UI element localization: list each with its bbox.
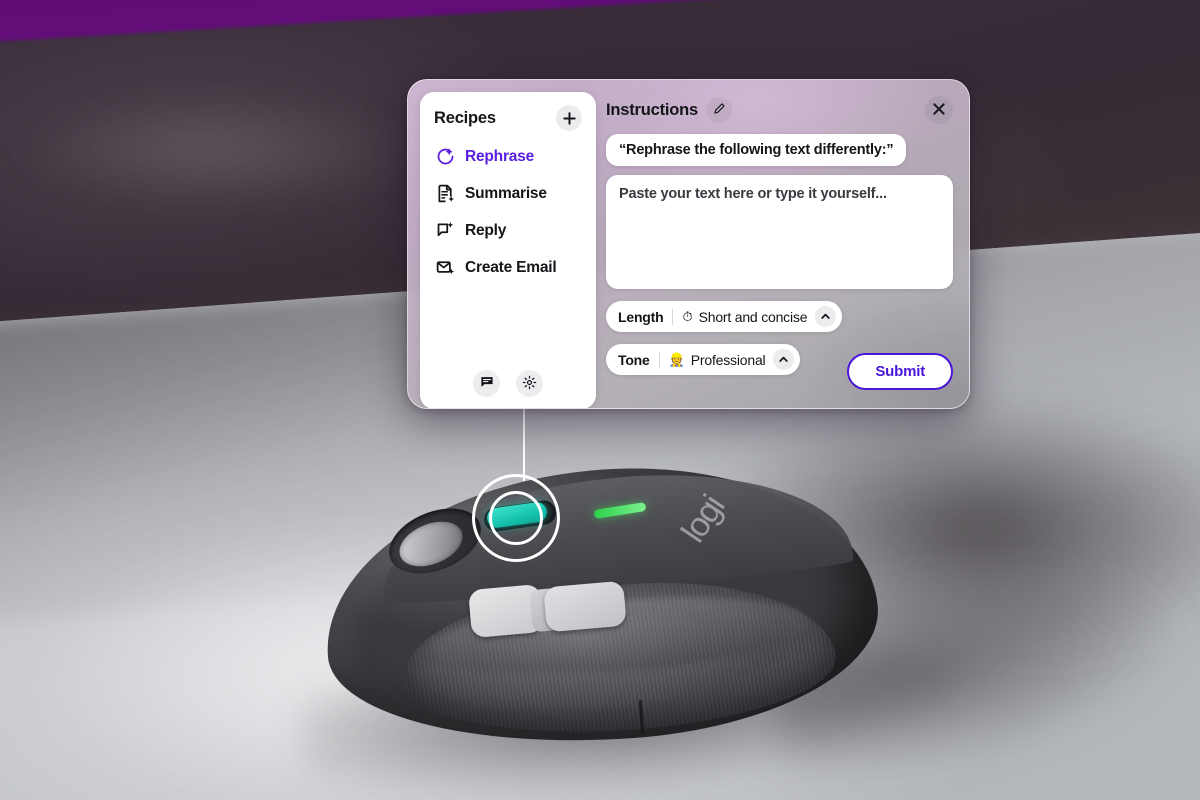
settings-gear-icon <box>522 375 537 393</box>
plus-icon <box>562 111 576 125</box>
recipe-item-create-email[interactable]: Create Email <box>430 255 586 280</box>
recipe-label: Create Email <box>465 258 557 276</box>
stopwatch-icon: ⏱ <box>682 309 693 324</box>
document-sparkle-icon <box>435 183 456 204</box>
pencil-icon <box>712 102 726 119</box>
recipes-title: Recipes <box>434 108 496 127</box>
callout-connector-line <box>523 408 525 481</box>
recipe-item-summarise[interactable]: Summarise <box>430 181 586 206</box>
recipe-label: Reply <box>465 221 507 239</box>
recipe-label: Summarise <box>465 184 547 202</box>
tone-selector-label: Tone <box>618 351 660 368</box>
recipe-item-rephrase[interactable]: Rephrase <box>430 144 586 169</box>
submit-row: Submit <box>847 353 953 390</box>
chevron-up-icon[interactable] <box>815 306 837 327</box>
length-selector-row: Length ⏱ Short and concise <box>606 301 953 332</box>
rephrase-rotate-icon <box>435 146 456 167</box>
recipes-sidebar: Recipes Rephrase Summarise Reply Create … <box>420 92 596 408</box>
user-text-input[interactable]: Paste your text here or type it yourself… <box>606 175 953 289</box>
chevron-up-icon[interactable] <box>773 349 795 370</box>
add-recipe-button[interactable] <box>556 105 582 131</box>
length-selector-value: Short and concise <box>698 308 808 325</box>
logi-options-ai-panel: Recipes Rephrase Summarise Reply Create … <box>407 79 970 409</box>
mouse-side-button-back <box>543 580 627 633</box>
feedback-button[interactable] <box>473 370 500 397</box>
instructions-header: Instructions <box>606 96 953 124</box>
instructions-title: Instructions <box>606 100 699 119</box>
recipe-list: Rephrase Summarise Reply Create Email <box>420 144 596 280</box>
worker-icon: 👷 <box>668 352 685 367</box>
recipe-item-reply[interactable]: Reply <box>430 218 586 243</box>
user-text-placeholder: Paste your text here or type it yourself… <box>619 186 887 202</box>
recipe-label: Rephrase <box>465 147 535 165</box>
tone-selector[interactable]: Tone 👷 Professional <box>606 344 801 375</box>
length-selector[interactable]: Length ⏱ Short and concise <box>606 301 843 332</box>
close-panel-button[interactable] <box>925 96 953 124</box>
close-x-icon <box>933 102 945 118</box>
envelope-sparkle-icon <box>435 257 456 278</box>
instructions-pane: Instructions “Rephrase the following tex… <box>599 80 969 408</box>
settings-button[interactable] <box>516 370 543 397</box>
feedback-icon <box>480 375 494 392</box>
callout-ring-inner <box>489 491 543 545</box>
tone-selector-value: Professional <box>690 351 766 368</box>
chat-sparkle-icon <box>435 220 456 241</box>
submit-button[interactable]: Submit <box>847 353 953 390</box>
length-selector-label: Length <box>618 308 674 325</box>
backdrop-desk-glow <box>10 90 430 210</box>
recipes-header: Recipes <box>420 92 596 131</box>
edit-instructions-button[interactable] <box>706 97 733 123</box>
recipes-footer <box>420 370 596 397</box>
product-scene: logi Recipes Rephrase Summarise Reply Cr… <box>0 0 1200 800</box>
prompt-template-pill[interactable]: “Rephrase the following text differently… <box>606 134 907 166</box>
